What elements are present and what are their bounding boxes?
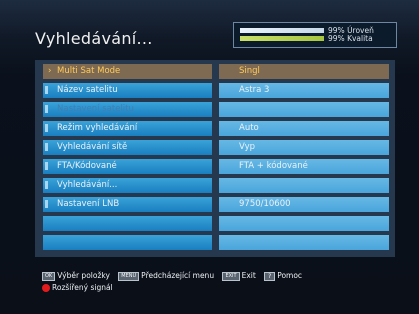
help-hint: Pomoc: [277, 271, 303, 280]
exit-hint: Exit: [241, 271, 256, 280]
menu-panel: › Multi Sat Mode Název satelitu Nastavení s…: [35, 60, 395, 257]
menu-row-label[interactable]: Režim vyhledávání: [43, 121, 212, 136]
menu-row-label[interactable]: › Multi Sat Mode: [43, 64, 212, 79]
footer-help: OK Výběr položky MENU Předcházející menu E…: [42, 270, 308, 294]
menu-value-text: Astra 3: [239, 85, 270, 95]
menu-label-text: Vyhledávání...: [57, 180, 118, 190]
menu-row-label[interactable]: Vyhledávání sítě: [43, 140, 212, 155]
menu-value-text: Auto: [239, 123, 259, 133]
menu-values-column: Singl Astra 3 Auto Vyp FTA + kódované 9750/10…: [219, 64, 389, 254]
red-button-hint: Rozšířený signál: [52, 283, 113, 292]
menu-row-value[interactable]: 9750/10600: [219, 197, 389, 212]
menu-row-value[interactable]: Astra 3: [219, 83, 389, 98]
row-marker-icon: [45, 181, 48, 189]
help-key-icon: ?: [264, 271, 276, 281]
footer-line-1: OK Výběr položky MENU Předcházející menu E…: [42, 270, 308, 282]
menu-row-label: Nastavení satelitu: [43, 102, 212, 117]
row-marker-icon: [45, 200, 48, 208]
menu-row-value: [219, 178, 389, 193]
exit-key-icon: EXIT: [222, 271, 240, 281]
menu-row-value[interactable]: Vyp: [219, 140, 389, 155]
menu-row-label[interactable]: Název satelitu: [43, 83, 212, 98]
menu-value-text: 9750/10600: [239, 199, 291, 209]
menu-key-icon: MENU: [118, 271, 140, 281]
tv-screen: Vyhledávání... 99% Úroveň 99% Kvalita › M…: [0, 0, 419, 314]
menu-row-label[interactable]: Vyhledávání...: [43, 178, 212, 193]
menu-row-value[interactable]: Auto: [219, 121, 389, 136]
page-title: Vyhledávání...: [35, 29, 153, 48]
menu-value-text: Vyp: [239, 142, 256, 152]
row-marker-icon: [45, 162, 48, 170]
menu-row-label[interactable]: Nastavení LNB: [43, 197, 212, 212]
selection-arrow-icon: ›: [48, 66, 52, 76]
signal-quality-readout: 99% Kvalita: [328, 34, 373, 43]
menu-label-text: FTA/Kódované: [57, 161, 117, 171]
menu-hint: Předcházející menu: [141, 271, 215, 280]
footer-line-2: Rozšířený signál: [42, 282, 308, 294]
signal-quality-percent: 99%: [328, 34, 345, 43]
menu-row-blank-value: [219, 216, 389, 231]
menu-row-value[interactable]: FTA + kódované: [219, 159, 389, 174]
red-button-icon: [42, 284, 50, 292]
signal-level-bar: [240, 28, 324, 33]
menu-row-blank-value: [219, 235, 389, 250]
menu-label-text: Název satelitu: [57, 85, 118, 95]
menu-row-blank: [43, 216, 212, 231]
row-marker-icon: [45, 124, 48, 132]
row-marker-icon: [45, 143, 48, 151]
signal-meter: 99% Úroveň 99% Kvalita: [233, 22, 397, 48]
menu-labels-column: › Multi Sat Mode Název satelitu Nastavení s…: [43, 64, 212, 254]
row-marker-icon: [45, 86, 48, 94]
signal-quality-label: Kvalita: [347, 34, 373, 43]
menu-row-value: [219, 102, 389, 117]
menu-label-text: Multi Sat Mode: [57, 66, 121, 76]
menu-row-label[interactable]: FTA/Kódované: [43, 159, 212, 174]
signal-quality-bar: [240, 36, 324, 41]
row-marker-icon: [45, 105, 48, 113]
menu-label-text: Vyhledávání sítě: [57, 142, 128, 152]
menu-value-text: FTA + kódované: [239, 161, 308, 171]
menu-label-text: Nastavení satelitu: [57, 104, 134, 114]
menu-label-text: Režim vyhledávání: [57, 123, 138, 133]
menu-row-blank: [43, 235, 212, 250]
menu-label-text: Nastavení LNB: [57, 199, 120, 209]
ok-hint: Výběr položky: [57, 271, 110, 280]
menu-row-value[interactable]: Singl: [219, 64, 389, 79]
menu-value-text: Singl: [239, 66, 260, 76]
ok-key-icon: OK: [42, 271, 56, 281]
